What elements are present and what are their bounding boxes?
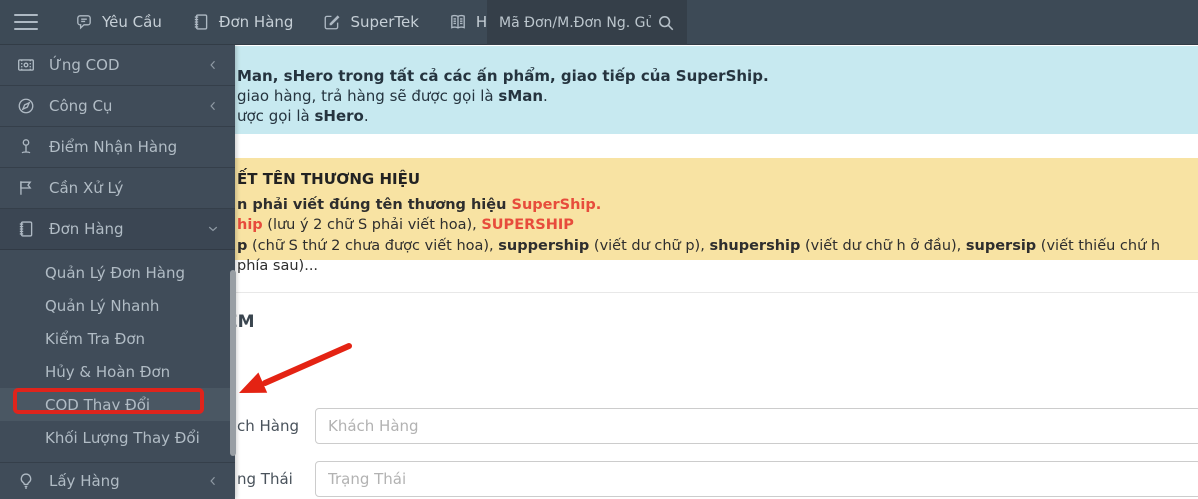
hamburger-menu-icon[interactable] <box>14 14 38 30</box>
sidebar-subitem-khoi-luong-thay-doi[interactable]: Khối Lượng Thay Đổi <box>0 421 235 454</box>
sidebar-subitem-kiem-tra-don[interactable]: Kiểm Tra Đơn <box>0 322 235 355</box>
banknote-icon <box>16 56 36 74</box>
highlight-rectangle <box>13 388 204 414</box>
sidebar-item-lay-hang[interactable]: Lấy Hàng <box>0 462 235 499</box>
sidebar-item-label: Lấy Hàng <box>49 472 120 490</box>
notebook-icon <box>16 220 36 238</box>
panel-divider <box>235 292 1198 293</box>
sidebar-subitem-huy-hoan-don[interactable]: Hủy & Hoàn Đơn <box>0 355 235 388</box>
sidebar-scrollbar-thumb[interactable] <box>230 270 236 456</box>
sidebar-item-cong-cu[interactable]: Công Cụ <box>0 86 235 127</box>
notice-blue-line1: Man, sHero trong tất cả các ấn phẩm, gia… <box>237 67 769 85</box>
topnav-label: Yêu Cầu <box>102 13 162 31</box>
map-pin-icon <box>16 138 36 156</box>
chevron-left-icon <box>210 60 215 70</box>
sidebar: Ứng COD Công Cụ Điểm Nhận Hàng Cần Xử Lý <box>0 45 235 499</box>
notice-yellow-heading: ẾT TÊN THƯƠNG HIỆU <box>237 170 421 188</box>
order-search-input[interactable] <box>499 14 651 31</box>
sidebar-item-label: Điểm Nhận Hàng <box>49 138 178 156</box>
topbar-search <box>487 0 687 45</box>
search-panel-heading: ẾM <box>235 312 255 332</box>
topnav-yeu-cau[interactable]: Yêu Cầu <box>60 0 177 45</box>
notice-yellow-line1: n phải viết đúng tên thương hiệu SuperSh… <box>237 196 602 213</box>
sidebar-item-can-xu-ly[interactable]: Cần Xử Lý <box>0 168 235 209</box>
main-content: Man, sHero trong tất cả các ấn phẩm, gia… <box>235 45 1198 499</box>
sidebar-item-label: Công Cụ <box>49 97 113 115</box>
notice-yellow-line2: hip (lưu ý 2 chữ S phải viết hoa), SUPER… <box>237 217 574 233</box>
chevron-down-icon <box>208 226 218 232</box>
sidebar-subitem-quan-ly-don-hang[interactable]: Quản Lý Đơn Hàng <box>0 256 235 289</box>
flag-icon <box>16 179 36 197</box>
notice-blue: Man, sHero trong tất cả các ấn phẩm, gia… <box>235 46 1198 134</box>
sidebar-subitem-quan-ly-nhanh[interactable]: Quản Lý Nhanh <box>0 289 235 322</box>
sidebar-item-label: Đơn Hàng <box>49 220 124 238</box>
sidebar-item-don-hang[interactable]: Đơn Hàng <box>0 209 235 250</box>
sidebar-item-label: Ứng COD <box>49 56 120 74</box>
notice-blue-line2: giao hàng, trả hàng sẽ được gọi là sMan. <box>237 87 548 105</box>
sidebar-item-diem-nhan-hang[interactable]: Điểm Nhận Hàng <box>0 127 235 168</box>
chevron-left-icon <box>210 101 215 111</box>
sidebar-item-label: Cần Xử Lý <box>49 179 124 197</box>
topnav-supertek[interactable]: SuperTek <box>308 0 433 45</box>
customer-input[interactable] <box>315 408 1198 444</box>
notice-yellow: ẾT TÊN THƯƠNG HIỆU n phải viết đúng tên … <box>235 158 1198 274</box>
lightbulb-icon <box>16 472 36 490</box>
edit-icon <box>323 13 341 31</box>
notice-yellow-line3: p (chữ S thứ 2 chưa được viết hoa), supp… <box>237 237 1161 275</box>
open-book-icon <box>449 13 467 31</box>
notice-blue-line3: ược gọi là sHero. <box>237 107 369 125</box>
notebook-icon <box>192 13 210 31</box>
status-label: ng Thái <box>237 470 293 488</box>
customer-label: ch Hàng <box>237 417 300 435</box>
compass-icon <box>16 97 36 115</box>
topbar: Yêu Cầu Đơn Hàng SuperTek Mã Đơn/M.Đơn N… <box>0 0 1198 45</box>
search-icon[interactable] <box>657 14 675 32</box>
sidebar-item-ung-cod[interactable]: Ứng COD <box>0 45 235 86</box>
don-hang-submenu: Quản Lý Đơn Hàng Quản Lý Nhanh Kiểm Tra … <box>0 250 235 462</box>
chevron-left-icon <box>210 476 215 486</box>
status-input[interactable] <box>315 461 1198 497</box>
topnav-don-hang[interactable]: Đơn Hàng <box>177 0 309 45</box>
topnav-label: Đơn Hàng <box>218 13 294 31</box>
chat-bubble-icon <box>75 13 93 31</box>
topnav-label: SuperTek <box>350 13 419 31</box>
